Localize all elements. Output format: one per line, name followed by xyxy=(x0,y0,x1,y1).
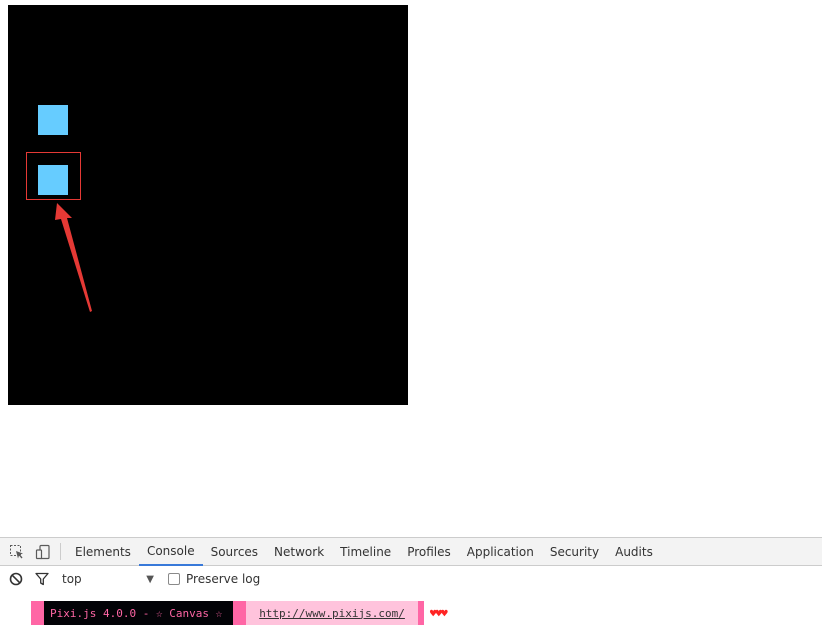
preserve-log-checkbox[interactable] xyxy=(168,573,180,585)
console-output: Pixi.js 4.0.0 - ☆ Canvas ☆ http://www.pi… xyxy=(0,593,822,641)
console-log-line: Pixi.js 4.0.0 - ☆ Canvas ☆ http://www.pi… xyxy=(31,601,448,625)
tab-security[interactable]: Security xyxy=(542,538,607,565)
preserve-log-label: Preserve log xyxy=(186,572,261,586)
log-hearts: ♥♥♥ xyxy=(429,606,448,620)
toolbar-divider xyxy=(60,543,61,560)
clear-console-icon[interactable] xyxy=(6,569,26,589)
tab-application[interactable]: Application xyxy=(459,538,542,565)
tab-profiles[interactable]: Profiles xyxy=(399,538,459,565)
tab-sources[interactable]: Sources xyxy=(203,538,266,565)
annotation-arrow xyxy=(55,203,92,312)
tab-audits[interactable]: Audits xyxy=(607,538,661,565)
log-badge-cap-left xyxy=(31,601,44,625)
filter-icon[interactable] xyxy=(32,569,52,589)
pixijs-link[interactable]: http://www.pixijs.com/ xyxy=(246,601,418,625)
context-selector[interactable]: top ▼ xyxy=(62,572,154,586)
devtools-panel: Elements Console Sources Network Timelin… xyxy=(0,537,822,641)
inspect-element-icon[interactable] xyxy=(4,538,30,565)
preserve-log-toggle[interactable]: Preserve log xyxy=(168,572,260,586)
log-badge-cap-right xyxy=(417,601,424,625)
log-badge-divider xyxy=(233,601,247,625)
annotation-highlight-box xyxy=(26,152,81,200)
device-toolbar-icon[interactable] xyxy=(30,538,56,565)
pixi-canvas[interactable] xyxy=(8,5,408,405)
chevron-down-icon: ▼ xyxy=(146,573,154,585)
tab-timeline[interactable]: Timeline xyxy=(332,538,399,565)
tab-elements[interactable]: Elements xyxy=(67,538,139,565)
page: Elements Console Sources Network Timelin… xyxy=(0,0,822,641)
annotation-arrow-shape xyxy=(55,203,92,312)
context-selector-value: top xyxy=(62,572,82,586)
log-badge-text: Pixi.js 4.0.0 - ☆ Canvas ☆ xyxy=(44,601,234,625)
tab-console[interactable]: Console xyxy=(138,538,203,566)
sprite-square-1 xyxy=(38,105,68,135)
console-toolbar: top ▼ Preserve log xyxy=(0,566,822,593)
devtools-tab-bar: Elements Console Sources Network Timelin… xyxy=(0,538,822,566)
tab-network[interactable]: Network xyxy=(266,538,332,565)
